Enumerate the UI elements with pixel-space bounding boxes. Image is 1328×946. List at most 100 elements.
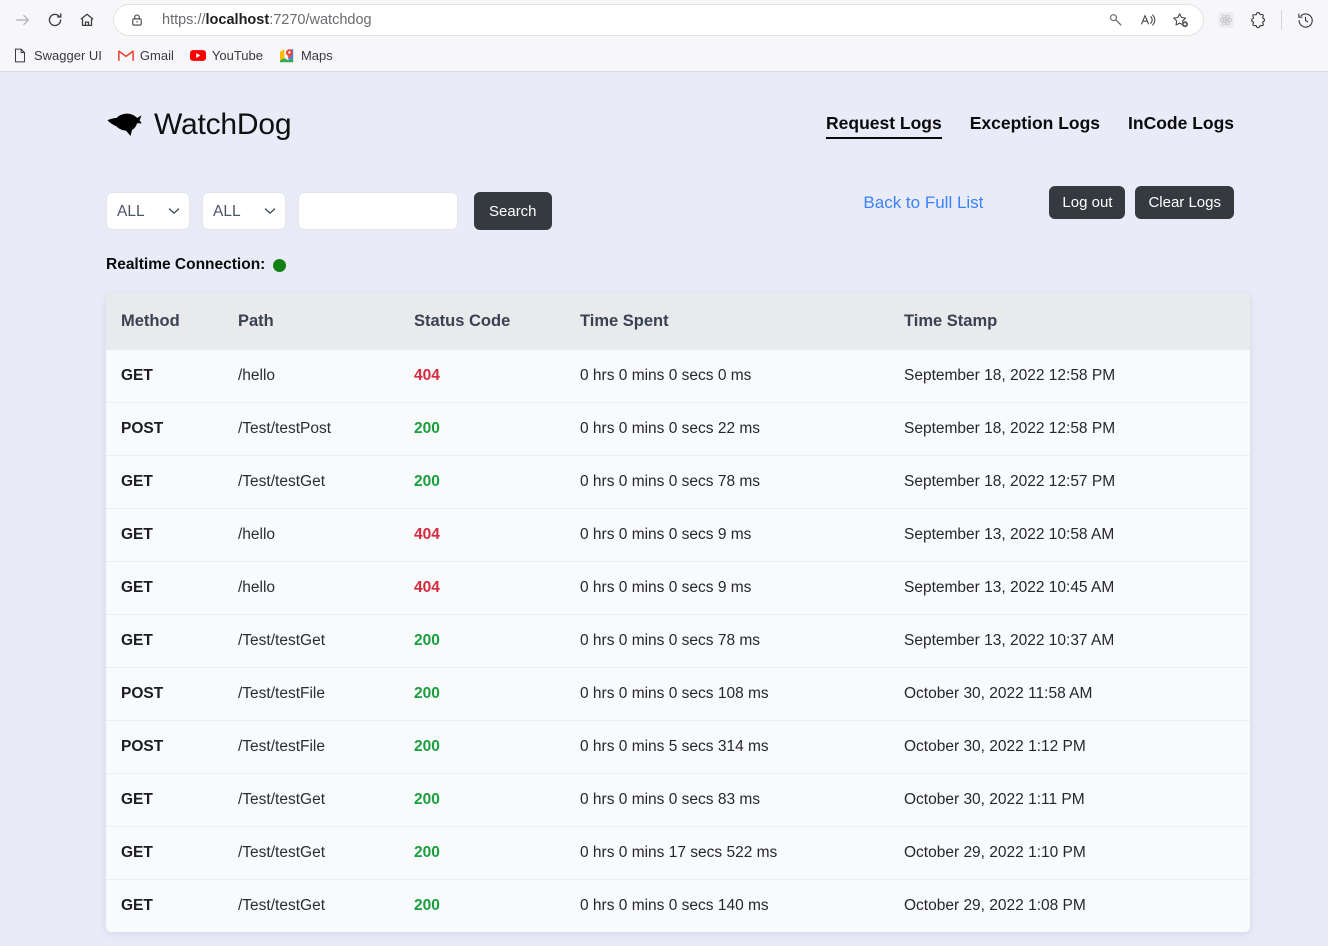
cell-time-spent: 0 hrs 0 mins 0 secs 108 ms xyxy=(578,667,902,721)
forward-arrow-icon[interactable] xyxy=(8,5,38,35)
path-value: /hello xyxy=(238,526,276,543)
table-row[interactable]: GET/hello 404 0 hrs 0 mins 0 secs 9 ms Sept… xyxy=(106,508,1250,562)
cell-time-stamp: September 18, 2022 12:58 PM xyxy=(902,402,1250,456)
history-icon[interactable] xyxy=(1290,5,1320,35)
react-devtools-icon[interactable] xyxy=(1211,5,1241,35)
tab-exception-logs[interactable]: Exception Logs xyxy=(970,113,1100,137)
table-row[interactable]: GET/Test/testGet 200 0 hrs 0 mins 0 secs 7… xyxy=(106,455,1250,509)
connection-status-dot xyxy=(273,258,287,272)
method-value: GET xyxy=(121,791,153,808)
back-to-full-list-link[interactable]: Back to Full List xyxy=(863,193,983,213)
cell-status-code: 200 xyxy=(412,879,578,932)
path-value: /Test/testFile xyxy=(238,738,325,755)
cell-time-stamp: September 13, 2022 10:58 AM xyxy=(902,508,1250,562)
cell-time-stamp: October 29, 2022 1:10 PM xyxy=(902,826,1250,880)
cell-status-code: 200 xyxy=(412,614,578,668)
page-header: WatchDog Request Logs Exception Logs InC… xyxy=(106,72,1250,184)
extensions-icon[interactable] xyxy=(1243,5,1273,35)
bookmark-label: Swagger UI xyxy=(34,48,102,63)
cell-status-code: 200 xyxy=(412,402,578,456)
cell-path: /Test/testGet xyxy=(236,773,412,827)
column-header-time-stamp: Time Stamp xyxy=(902,293,1250,350)
address-bar[interactable]: https://localhost:7270/watchdog xyxy=(114,5,1203,35)
tab-request-logs[interactable]: Request Logs xyxy=(826,113,942,139)
table-row[interactable]: POST/Test/testPost 200 0 hrs 0 mins 0 secs… xyxy=(106,402,1250,456)
bookmark-label: YouTube xyxy=(211,48,263,63)
bookmark-label: Gmail xyxy=(139,48,174,63)
cell-status-code: 404 xyxy=(412,561,578,615)
method-value: POST xyxy=(121,738,164,755)
cell-method: POST xyxy=(106,667,236,721)
path-value: /Test/testGet xyxy=(238,791,326,808)
cell-method: GET xyxy=(106,455,236,509)
status-code-value: 200 xyxy=(414,473,440,490)
cell-path: /hello xyxy=(236,350,412,403)
table-row[interactable]: GET/Test/testGet 200 0 hrs 0 mins 0 secs 8… xyxy=(106,773,1250,827)
method-value: GET xyxy=(121,579,153,596)
table-row[interactable]: GET/Test/testGet 200 0 hrs 0 mins 0 secs 7… xyxy=(106,614,1250,668)
youtube-icon xyxy=(189,48,206,64)
address-bar-icons xyxy=(1101,5,1195,35)
home-icon[interactable] xyxy=(72,5,102,35)
search-input[interactable] xyxy=(298,192,458,230)
logout-button[interactable]: Log out xyxy=(1049,186,1126,219)
cell-time-stamp: October 30, 2022 1:12 PM xyxy=(902,720,1250,774)
bookmark-swagger-ui[interactable]: Swagger UI xyxy=(12,48,102,64)
maps-icon xyxy=(279,48,295,64)
status-code-value: 404 xyxy=(414,367,440,384)
tab-incode-logs[interactable]: InCode Logs xyxy=(1128,113,1234,137)
cell-time-spent: 0 hrs 0 mins 0 secs 83 ms xyxy=(578,773,902,827)
refresh-icon[interactable] xyxy=(40,5,70,35)
cell-path: /Test/testGet xyxy=(236,879,412,932)
table-row[interactable]: GET/Test/testGet 200 0 hrs 0 mins 17 secs … xyxy=(106,826,1250,880)
table-head: Method Path Status Code Time Spent Time … xyxy=(106,293,1250,350)
search-button[interactable]: Search xyxy=(474,192,552,230)
browser-extension-icons xyxy=(1211,5,1320,35)
column-header-path: Path xyxy=(236,293,412,350)
cell-path: /Test/testFile xyxy=(236,720,412,774)
document-icon xyxy=(12,48,28,64)
path-value: /hello xyxy=(238,367,276,384)
cell-time-spent: 0 hrs 0 mins 0 secs 9 ms xyxy=(578,508,902,562)
cell-time-stamp: October 30, 2022 11:58 AM xyxy=(902,667,1250,721)
toolbar-divider xyxy=(1281,10,1282,30)
bookmark-youtube[interactable]: YouTube xyxy=(189,48,263,64)
cell-time-stamp: September 13, 2022 10:37 AM xyxy=(902,614,1250,668)
cell-time-stamp: October 30, 2022 1:11 PM xyxy=(902,773,1250,827)
cell-time-spent: 0 hrs 0 mins 0 secs 140 ms xyxy=(578,879,902,932)
table-row[interactable]: GET/hello 404 0 hrs 0 mins 0 secs 9 ms Sept… xyxy=(106,561,1250,615)
column-header-time-spent: Time Spent xyxy=(578,293,902,350)
cell-status-code: 200 xyxy=(412,720,578,774)
method-filter-select[interactable]: ALL xyxy=(106,192,190,230)
cell-status-code: 200 xyxy=(412,455,578,509)
cell-method: GET xyxy=(106,614,236,668)
cell-time-spent: 0 hrs 0 mins 0 secs 9 ms xyxy=(578,561,902,615)
table-row[interactable]: GET/Test/testGet 200 0 hrs 0 mins 0 secs 1… xyxy=(106,879,1250,932)
bookmark-label: Maps xyxy=(300,48,333,63)
method-value: GET xyxy=(121,367,153,384)
add-favorite-icon[interactable] xyxy=(1165,5,1195,35)
table-row[interactable]: POST/Test/testFile 200 0 hrs 0 mins 5 secs… xyxy=(106,720,1250,774)
clear-logs-button[interactable]: Clear Logs xyxy=(1135,186,1234,219)
column-header-status-code: Status Code xyxy=(412,293,578,350)
path-value: /Test/testGet xyxy=(238,632,326,649)
bookmark-maps[interactable]: Maps xyxy=(279,48,333,64)
cell-time-stamp: September 18, 2022 12:57 PM xyxy=(902,455,1250,509)
dog-head-logo-icon xyxy=(106,109,143,142)
table-row[interactable]: POST/Test/testFile 200 0 hrs 0 mins 0 secs… xyxy=(106,667,1250,721)
read-aloud-icon[interactable] xyxy=(1133,5,1163,35)
method-value: POST xyxy=(121,420,164,437)
bookmark-gmail[interactable]: Gmail xyxy=(118,48,174,64)
watchdog-page: WatchDog Request Logs Exception Logs InC… xyxy=(0,72,1328,946)
table-row[interactable]: GET/hello 404 0 hrs 0 mins 0 secs 0 ms Sept… xyxy=(106,350,1250,403)
cell-status-code: 200 xyxy=(412,667,578,721)
method-value: POST xyxy=(121,685,164,702)
status-code-value: 200 xyxy=(414,632,440,649)
status-filter-select[interactable]: ALL xyxy=(202,192,286,230)
cell-time-spent: 0 hrs 0 mins 5 secs 314 ms xyxy=(578,720,902,774)
key-icon[interactable] xyxy=(1101,5,1131,35)
realtime-connection-status: Realtime Connection: xyxy=(106,256,1250,274)
path-value: /Test/testFile xyxy=(238,685,325,702)
method-filter-wrap: ALL xyxy=(106,192,190,230)
status-code-value: 200 xyxy=(414,844,440,861)
